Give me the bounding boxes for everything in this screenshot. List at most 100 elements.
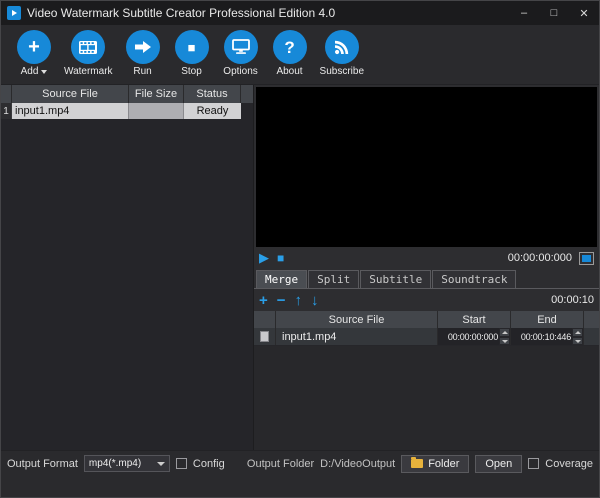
merge-start-column-header[interactable]: Start [438,311,511,328]
run-circle[interactable] [126,30,160,64]
file-row-status: Ready [184,103,241,119]
stop-playback-button[interactable]: ■ [277,251,284,265]
file-table-empty-area [1,119,253,450]
window-title: Video Watermark Subtitle Creator Profess… [27,6,335,20]
watermark-circle[interactable] [71,30,105,64]
merge-remove-icon[interactable]: − [277,293,286,308]
coverage-label: Coverage [545,458,593,470]
merge-header-filler [584,311,599,328]
spin-up-icon[interactable] [572,328,583,337]
tab-subtitle[interactable]: Subtitle [360,270,431,288]
merge-move-down-icon[interactable]: ↓ [311,293,319,308]
spin-down-icon[interactable] [499,337,510,346]
status-column-header[interactable]: Status [184,85,241,103]
open-button[interactable]: Open [475,455,522,473]
window-controls: – □ ✕ [509,1,599,25]
stop-button[interactable]: ■ Stop [173,30,211,77]
folder-button-label: Folder [428,458,459,470]
options-label: Options [223,66,257,77]
stop-circle[interactable]: ■ [175,30,209,64]
merge-move-up-icon[interactable]: ↑ [295,293,303,308]
about-label: About [276,66,302,77]
start-time-value[interactable]: 00:00:00:000 [438,328,499,345]
coverage-checkbox[interactable] [528,458,539,469]
spin-up-icon[interactable] [499,328,510,337]
main-toolbar: + Add Watermark [1,25,599,85]
merge-source-column-header[interactable]: Source File [276,311,438,328]
row-number: 1 [1,103,12,119]
config-checkbox[interactable] [176,458,187,469]
subscribe-button[interactable]: Subscribe [320,30,364,77]
start-time-spinners [499,328,510,345]
file-table-header: Source File File Size Status [1,85,253,103]
main-content: Source File File Size Status 1 input1.mp… [1,85,599,450]
end-time-value[interactable]: 00:00:10:446 [511,328,572,345]
folder-icon [411,459,423,468]
file-row-size [129,103,184,119]
bottom-bar: Output Format mp4(*.mp4) Config Output F… [1,450,599,476]
minimize-button[interactable]: – [509,1,539,25]
subscribe-label: Subscribe [320,66,364,77]
spin-down-icon[interactable] [572,337,583,346]
caret-down-icon [41,70,47,74]
row-number-column-header [1,85,12,103]
folder-button[interactable]: Folder [401,455,469,473]
options-circle[interactable] [224,30,258,64]
app-window: Video Watermark Subtitle Creator Profess… [0,0,600,498]
tab-soundtrack[interactable]: Soundtrack [432,270,516,288]
file-row-source[interactable]: input1.mp4 [12,103,129,119]
source-file-column-header[interactable]: Source File [12,85,129,103]
run-label-text: Run [133,66,151,77]
merge-add-icon[interactable]: + [259,293,268,308]
merge-end-column-header[interactable]: End [511,311,584,328]
run-button[interactable]: Run [124,30,162,77]
play-button[interactable]: ▶ [259,250,269,266]
tab-split[interactable]: Split [308,270,359,288]
window-footer [1,476,599,497]
end-time-spinners [572,328,583,345]
add-label: Add [21,66,48,77]
snapshot-icon[interactable] [579,252,594,265]
add-label-text: Add [21,66,39,77]
question-icon: ? [284,39,294,56]
header-filler [241,85,253,103]
stop-square-icon: ■ [188,41,196,54]
output-folder-value: D:/VideoOutput [320,458,395,470]
output-folder-label: Output Folder [247,458,314,470]
playback-timecode: 00:00:00:000 [508,252,572,264]
output-format-label: Output Format [7,458,78,470]
add-button[interactable]: + Add [15,30,53,77]
output-format-select[interactable]: mp4(*.mp4) [84,455,170,472]
merge-table-row[interactable]: input1.mp4 00:00:00:000 00:00:10:446 [254,328,599,346]
playback-controls: ▶ ■ 00:00:00:000 [254,247,599,269]
run-label: Run [133,66,151,77]
options-button[interactable]: Options [222,30,260,77]
titlebar[interactable]: Video Watermark Subtitle Creator Profess… [1,1,599,25]
tab-merge[interactable]: Merge [256,270,307,288]
config-label: Config [193,458,225,470]
merge-toolbar: + − ↑ ↓ 00:00:10 [254,289,599,311]
file-size-column-header[interactable]: File Size [129,85,184,103]
merge-icon-column-header [254,311,276,328]
watermark-button[interactable]: Watermark [64,30,113,77]
film-icon [79,41,97,54]
merge-row-icon-cell [254,328,276,345]
plus-icon: + [28,37,40,57]
start-time-spinbox[interactable]: 00:00:00:000 [438,328,511,345]
end-time-spinbox[interactable]: 00:00:10:446 [511,328,584,345]
about-label-text: About [276,66,302,77]
watermark-label-text: Watermark [64,66,113,77]
about-button[interactable]: ? About [271,30,309,77]
run-arrow-icon [135,40,151,54]
app-icon [7,6,21,20]
merge-table-header: Source File Start End [254,311,599,328]
total-duration: 00:00:10 [551,294,594,306]
maximize-button[interactable]: □ [539,1,569,25]
about-circle[interactable]: ? [273,30,307,64]
file-table-row[interactable]: 1 input1.mp4 Ready [1,103,253,119]
close-button[interactable]: ✕ [569,1,599,25]
subscribe-circle[interactable] [325,30,359,64]
stop-label-text: Stop [181,66,202,77]
merge-row-source[interactable]: input1.mp4 [276,328,438,345]
add-circle[interactable]: + [17,30,51,64]
